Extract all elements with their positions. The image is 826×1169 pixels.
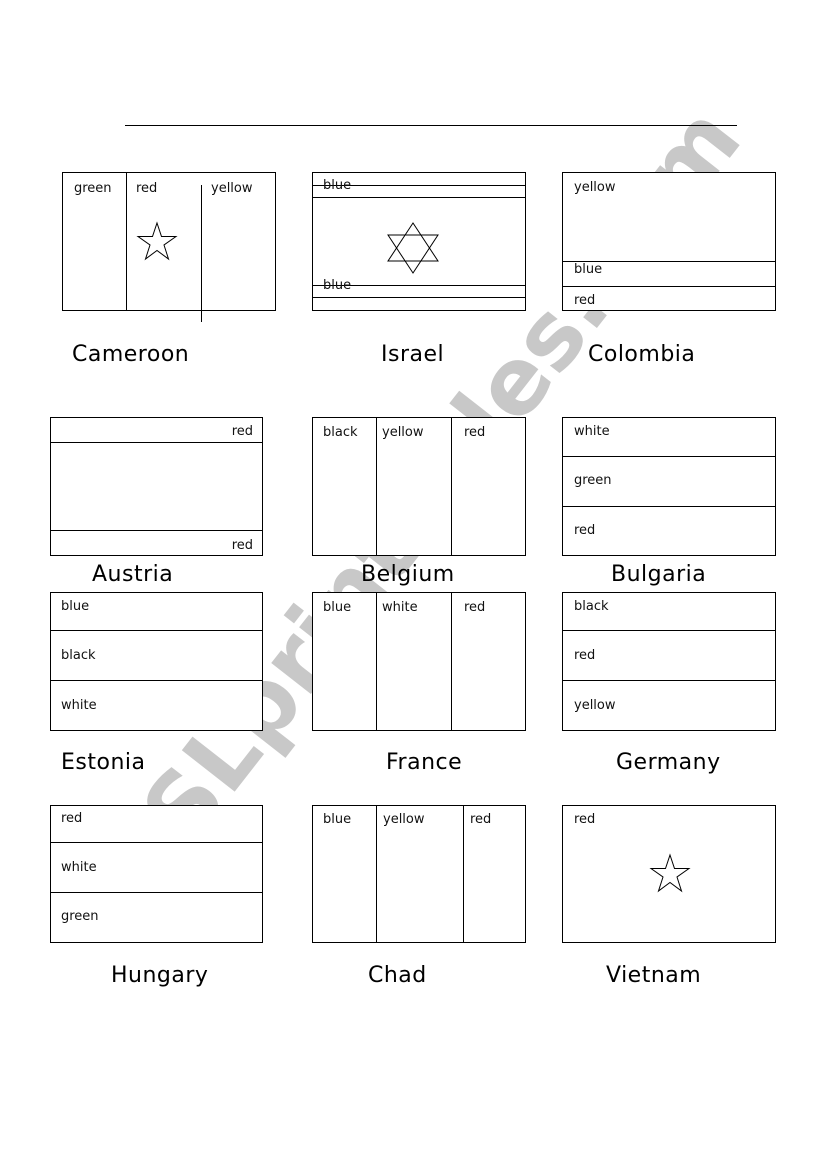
stripe-label: white xyxy=(382,600,418,615)
stripe-label: red xyxy=(61,811,83,826)
country-label: Chad xyxy=(368,963,427,988)
stripe-divider xyxy=(563,456,775,457)
stripe-divider xyxy=(51,530,262,531)
stripe-divider xyxy=(51,680,262,681)
stripe-divider xyxy=(313,297,525,298)
flag-belgium: black yellow red xyxy=(312,417,526,556)
stripe-label: red xyxy=(574,812,596,827)
stripe-label: yellow xyxy=(382,425,424,440)
flag-austria: red red xyxy=(50,417,263,556)
flag-estonia: blue black white xyxy=(50,592,263,731)
stripe-label: green xyxy=(61,909,99,924)
stripe-divider xyxy=(451,418,452,555)
stripe-divider xyxy=(201,185,202,322)
stripe-label: blue xyxy=(323,600,352,615)
stripe-label: blue xyxy=(61,599,90,614)
stripe-label: green xyxy=(574,473,612,488)
stripe-divider xyxy=(463,806,464,942)
stripe-label: black xyxy=(323,425,358,440)
stripe-divider xyxy=(376,806,377,942)
country-label: Israel xyxy=(381,342,445,367)
stripe-label: red xyxy=(136,181,158,196)
stripe-divider xyxy=(451,593,452,730)
stripe-label: black xyxy=(574,599,609,614)
stripe-label: blue xyxy=(323,812,352,827)
stripe-label: blue xyxy=(574,262,603,277)
stripe-label: white xyxy=(574,424,610,439)
star-icon xyxy=(649,853,691,893)
stripe-label: red xyxy=(470,812,492,827)
stripe-label: red xyxy=(464,425,486,440)
stripe-divider xyxy=(51,892,262,893)
country-label: Belgium xyxy=(361,562,455,587)
stripe-label: blue xyxy=(323,278,352,293)
stripe-label: red xyxy=(574,293,596,308)
flag-france: blue white red xyxy=(312,592,526,731)
stripe-divider xyxy=(51,842,262,843)
country-label: Cameroon xyxy=(72,342,190,367)
country-label: Bulgaria xyxy=(611,562,707,587)
stripe-label: red xyxy=(464,600,486,615)
stripe-label: yellow xyxy=(383,812,425,827)
flag-chad: blue yellow red xyxy=(312,805,526,943)
country-label: Austria xyxy=(92,562,174,587)
country-label: Vietnam xyxy=(606,963,702,988)
stripe-label: white xyxy=(61,698,97,713)
stripe-divider xyxy=(563,680,775,681)
stripe-divider xyxy=(563,506,775,507)
flag-hungary: red white green xyxy=(50,805,263,943)
stripe-divider xyxy=(126,173,127,310)
stripe-label: yellow xyxy=(574,698,616,713)
flag-germany: black red yellow xyxy=(562,592,776,731)
flag-colombia: yellow blue red xyxy=(562,172,776,311)
stripe-label: red xyxy=(231,538,253,553)
name-line[interactable] xyxy=(125,125,737,126)
stripe-divider xyxy=(51,630,262,631)
country-label: Colombia xyxy=(588,342,696,367)
country-label: Germany xyxy=(616,750,721,775)
stripe-label: red xyxy=(574,648,596,663)
stripe-label: blue xyxy=(323,178,352,193)
country-label: France xyxy=(386,750,463,775)
stripe-label: yellow xyxy=(574,180,616,195)
stripe-divider xyxy=(376,418,377,555)
flag-cameroon: green red yellow xyxy=(62,172,276,322)
stripe-divider xyxy=(313,197,525,198)
stripe-label: yellow xyxy=(211,181,253,196)
country-label: Hungary xyxy=(111,963,209,988)
stripe-label: white xyxy=(61,860,97,875)
country-label: Estonia xyxy=(61,750,146,775)
stripe-label: red xyxy=(574,523,596,538)
stripe-label: green xyxy=(74,181,112,196)
flag-israel: blue blue xyxy=(312,172,526,311)
stripe-divider xyxy=(376,593,377,730)
stripe-divider xyxy=(563,630,775,631)
flag-vietnam: red xyxy=(562,805,776,943)
stripe-divider xyxy=(563,286,775,287)
stripe-label: red xyxy=(231,424,253,439)
stripe-divider xyxy=(51,442,262,443)
flag-bulgaria: white green red xyxy=(562,417,776,556)
stripe-label: black xyxy=(61,648,96,663)
star-icon xyxy=(136,221,178,261)
star-of-david-icon xyxy=(387,222,439,274)
